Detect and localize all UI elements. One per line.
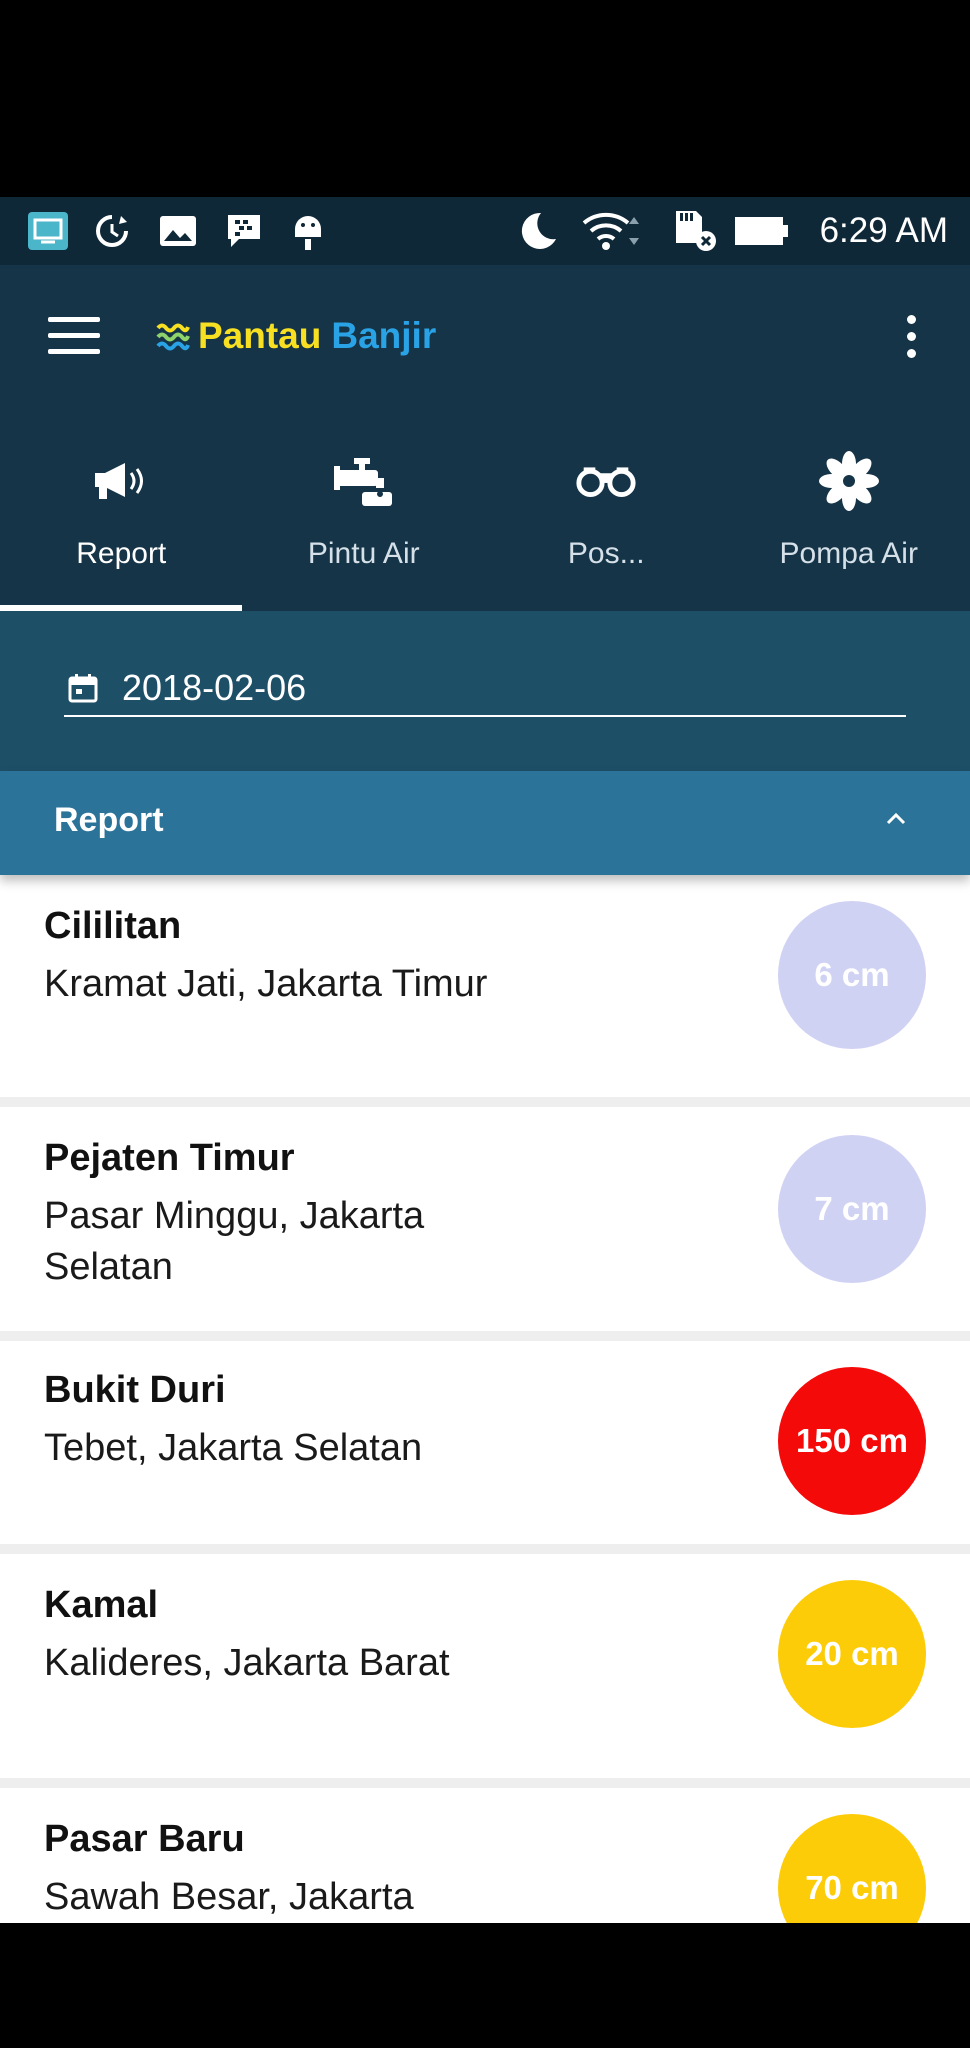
more-vert-icon[interactable] (904, 315, 918, 361)
water-level-badge: 6 cm (778, 901, 926, 1049)
app-screen: 6:29 AM Pantau Banjir Report Pintu Air P… (0, 197, 970, 1923)
water-level-badge: 70 cm (778, 1814, 926, 1923)
fan-icon (817, 449, 881, 513)
calendar-icon (68, 674, 98, 703)
moon-icon (516, 211, 560, 251)
report-list: Cililitan Kramat Jati, Jakarta Timur 6 c… (0, 875, 970, 1923)
location-name: Pejaten Timur (44, 1137, 295, 1179)
bbm-icon (224, 211, 264, 251)
water-level-badge: 20 cm (778, 1580, 926, 1728)
tab-pos[interactable]: Pos... (485, 413, 728, 611)
water-level-badge: 150 cm (778, 1367, 926, 1515)
water-level-badge: 7 cm (778, 1135, 926, 1283)
section-title: Report (54, 801, 164, 839)
battery-icon (734, 211, 790, 251)
list-item[interactable]: Cililitan Kramat Jati, Jakarta Timur 6 c… (0, 875, 970, 1097)
brand-name-part2: Banjir (331, 315, 437, 356)
list-item[interactable]: Bukit Duri Tebet, Jakarta Selatan 150 cm (0, 1341, 970, 1544)
waves-icon (156, 323, 190, 351)
report-section-header[interactable]: Report (0, 771, 970, 875)
tab-pintu-air[interactable]: Pintu Air (243, 413, 486, 611)
tab-pompa-air[interactable]: Pompa Air (728, 413, 970, 611)
tab-bar: Report Pintu Air Pos... Pompa Air (0, 413, 970, 611)
date-input[interactable]: 2018-02-06 (64, 661, 906, 717)
location-area: Kalideres, Jakarta Barat (44, 1642, 450, 1684)
status-bar: 6:29 AM (0, 197, 970, 265)
date-filter-bar: 2018-02-06 (0, 611, 970, 771)
tab-label: Pompa Air (779, 537, 918, 570)
binoculars-icon (574, 449, 638, 513)
tab-label: Pos... (567, 537, 645, 570)
tab-label: Pintu Air (307, 537, 420, 570)
list-item[interactable]: Kamal Kalideres, Jakarta Barat 20 cm (0, 1554, 970, 1778)
brand-name-part1: Pantau (198, 315, 322, 356)
tab-report[interactable]: Report (0, 413, 243, 611)
status-time: 6:29 AM (819, 211, 948, 250)
megaphone-icon (89, 449, 153, 513)
location-area: Pasar Minggu, Jakarta Selatan (44, 1195, 425, 1288)
sync-icon (92, 211, 132, 251)
location-name: Bukit Duri (44, 1369, 226, 1411)
faucet-icon (332, 449, 396, 513)
tab-label: Report (76, 537, 167, 570)
chevron-up-icon[interactable] (884, 807, 908, 831)
location-area: Kramat Jati, Jakarta Timur (44, 963, 488, 1005)
system-nav-bar (0, 1923, 970, 2048)
list-item[interactable]: Pejaten Timur Pasar Minggu, Jakarta Sela… (0, 1107, 970, 1331)
cast-icon (26, 211, 70, 251)
location-area: Sawah Besar, Jakarta (44, 1876, 414, 1918)
wifi-icon (582, 211, 644, 251)
app-bar: Pantau Banjir (0, 265, 970, 413)
app-logo: Pantau Banjir (156, 309, 436, 363)
location-name: Kamal (44, 1584, 159, 1626)
date-value: 2018-02-06 (122, 667, 307, 708)
location-name: Cililitan (44, 905, 182, 947)
location-name: Pasar Baru (44, 1818, 245, 1860)
sd-card-icon (672, 211, 720, 251)
android-debug-icon (288, 211, 328, 251)
hamburger-icon[interactable] (48, 317, 100, 355)
list-item[interactable]: Pasar Baru Sawah Besar, Jakarta 70 cm (0, 1788, 970, 1923)
location-area: Tebet, Jakarta Selatan (44, 1427, 423, 1469)
gallery-icon (158, 211, 198, 251)
